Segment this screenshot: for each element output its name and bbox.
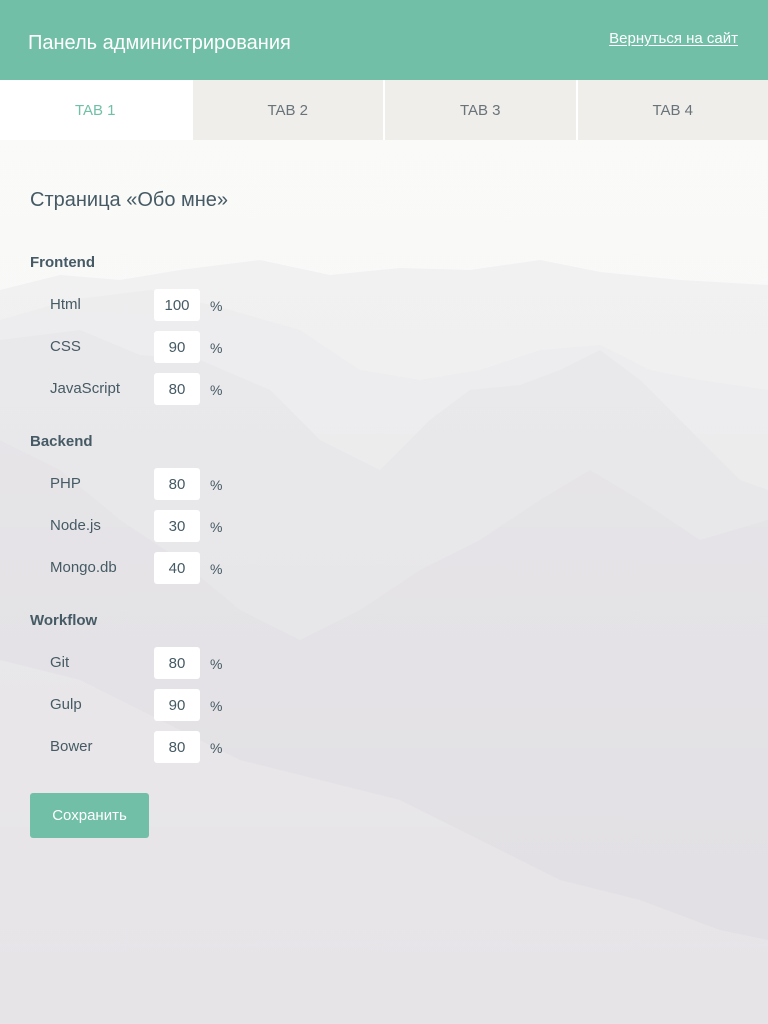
skill-value-input[interactable] <box>154 373 200 405</box>
percent-unit: % <box>210 656 223 672</box>
tab-3[interactable]: TAB 3 <box>383 80 576 140</box>
skill-label: PHP <box>50 475 81 492</box>
percent-unit: % <box>210 382 223 398</box>
save-button[interactable]: Сохранить <box>30 793 149 838</box>
skill-value-input[interactable] <box>154 731 200 763</box>
skill-label: Bower <box>50 738 93 755</box>
skill-value-input[interactable] <box>154 331 200 363</box>
skill-label: Git <box>50 654 70 671</box>
skill-label: Html <box>50 296 81 313</box>
skill-label: Node.js <box>50 517 101 534</box>
group-title-backend: Backend <box>30 433 93 450</box>
skill-label: Mongo.db <box>50 559 117 576</box>
percent-unit: % <box>210 519 223 535</box>
percent-unit: % <box>210 298 223 314</box>
back-to-site-link[interactable]: Вернуться на сайт <box>609 30 738 48</box>
percent-unit: % <box>210 561 223 577</box>
tab-1[interactable]: TAB 1 <box>0 80 191 140</box>
skill-label: Gulp <box>50 696 82 713</box>
skill-value-input[interactable] <box>154 468 200 500</box>
skill-value-input[interactable] <box>154 289 200 321</box>
skill-value-input[interactable] <box>154 552 200 584</box>
admin-header: Панель администрирования Вернуться на са… <box>0 0 768 80</box>
percent-unit: % <box>210 740 223 756</box>
percent-unit: % <box>210 340 223 356</box>
header-title: Панель администрирования <box>28 32 291 54</box>
skill-value-input[interactable] <box>154 689 200 721</box>
tab-4[interactable]: TAB 4 <box>575 80 768 140</box>
percent-unit: % <box>210 477 223 493</box>
mountain-background <box>0 140 768 1024</box>
percent-unit: % <box>210 698 223 714</box>
tab-bar: TAB 1 TAB 2 TAB 3 TAB 4 <box>0 80 768 140</box>
group-title-frontend: Frontend <box>30 254 95 271</box>
skill-label: CSS <box>50 338 81 355</box>
skill-label: JavaScript <box>50 380 121 397</box>
skill-value-input[interactable] <box>154 510 200 542</box>
skill-value-input[interactable] <box>154 647 200 679</box>
tab-2[interactable]: TAB 2 <box>190 80 383 140</box>
group-title-workflow: Workflow <box>30 612 98 629</box>
page-title: Страница «Обо мне» <box>30 189 229 211</box>
